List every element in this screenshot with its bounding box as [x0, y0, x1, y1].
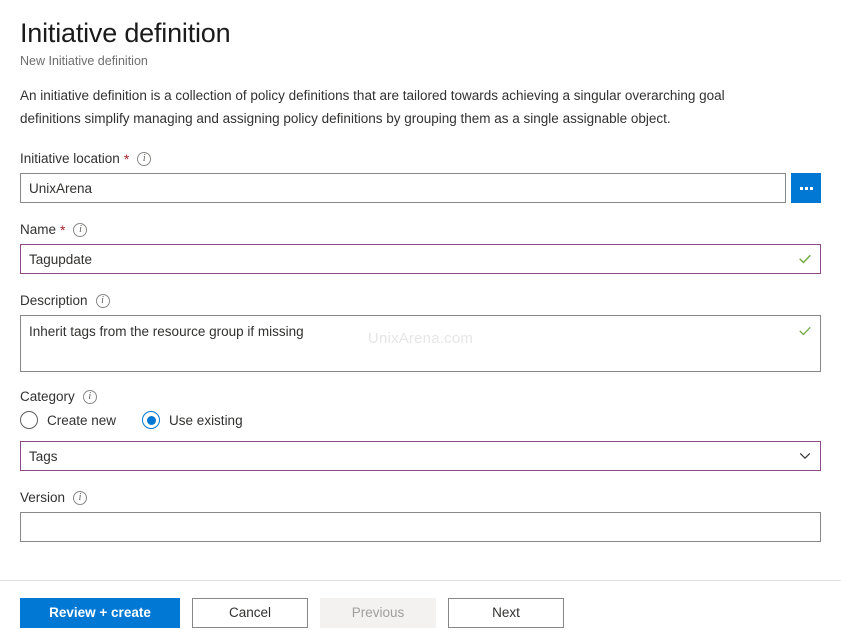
field-initiative-location: Initiative location * i UnixArena — [20, 150, 821, 203]
info-icon[interactable]: i — [82, 390, 97, 404]
radio-create-new-label: Create new — [47, 412, 117, 428]
description-value: Inherit tags from the resource group if … — [29, 324, 304, 339]
footer-action-bar: Review + create Cancel Previous Next — [0, 581, 841, 644]
description-label: Description i — [20, 292, 821, 310]
version-label-text: Version — [20, 490, 66, 505]
version-label: Version i — [20, 489, 821, 507]
category-radio-group: Create new Use existing — [20, 411, 821, 429]
initiative-location-value: UnixArena — [29, 180, 93, 196]
info-icon[interactable]: i — [137, 152, 152, 166]
browse-location-button[interactable] — [791, 173, 821, 203]
radio-use-existing-label: Use existing — [169, 412, 243, 428]
intro-line-2: definitions simplify managing and assign… — [20, 111, 671, 126]
radio-create-new[interactable]: Create new — [20, 411, 116, 429]
field-version: Version i — [20, 489, 821, 542]
page-subtitle: New Initiative definition — [20, 54, 148, 68]
required-asterisk: * — [123, 151, 130, 167]
initiative-location-input[interactable]: UnixArena — [20, 173, 786, 203]
category-label: Category i — [20, 388, 821, 406]
valid-check-icon — [799, 254, 811, 264]
intro-description: An initiative definition is a collection… — [0, 84, 841, 130]
info-icon[interactable]: i — [95, 294, 110, 308]
initiative-location-label: Initiative location * i — [20, 150, 821, 168]
category-select-value: Tags — [29, 448, 58, 464]
next-button[interactable]: Next — [448, 597, 564, 628]
chevron-down-icon — [799, 453, 811, 459]
name-label: Name * i — [20, 221, 821, 239]
review-create-button[interactable]: Review + create — [20, 597, 180, 628]
required-asterisk: * — [60, 222, 66, 238]
field-category: Category i Create new Use existing Tags — [20, 388, 821, 471]
description-textarea[interactable]: Inherit tags from the resource group if … — [20, 315, 821, 372]
name-input[interactable]: Tagupdate — [20, 244, 821, 274]
initiative-definition-page: Initiative definition New Initiative def… — [0, 0, 841, 644]
name-value: Tagupdate — [29, 251, 93, 267]
name-label-text: Name — [20, 222, 57, 237]
radio-icon — [20, 411, 38, 429]
initiative-location-label-text: Initiative location — [20, 151, 120, 166]
field-name: Name * i Tagupdate — [20, 221, 821, 274]
category-label-text: Category — [20, 389, 75, 404]
initiative-location-input-row: UnixArena — [20, 173, 821, 203]
info-icon[interactable]: i — [73, 223, 88, 237]
version-input[interactable] — [20, 512, 821, 542]
initiative-form: Initiative location * i UnixArena Name *… — [0, 150, 841, 542]
cancel-button[interactable]: Cancel — [192, 597, 308, 628]
page-title: Initiative definition — [20, 18, 231, 48]
valid-check-icon — [799, 326, 811, 336]
ellipsis-icon — [799, 186, 813, 190]
radio-selected-icon — [142, 411, 161, 429]
field-description: Description i Inherit tags from the reso… — [20, 292, 821, 372]
previous-button: Previous — [320, 597, 436, 628]
page-header: Initiative definition New Initiative def… — [0, 0, 841, 70]
description-label-text: Description — [20, 293, 88, 308]
category-select[interactable]: Tags — [20, 441, 821, 471]
radio-use-existing[interactable]: Use existing — [142, 411, 243, 429]
intro-line-1: An initiative definition is a collection… — [20, 88, 725, 103]
info-icon[interactable]: i — [73, 491, 88, 505]
